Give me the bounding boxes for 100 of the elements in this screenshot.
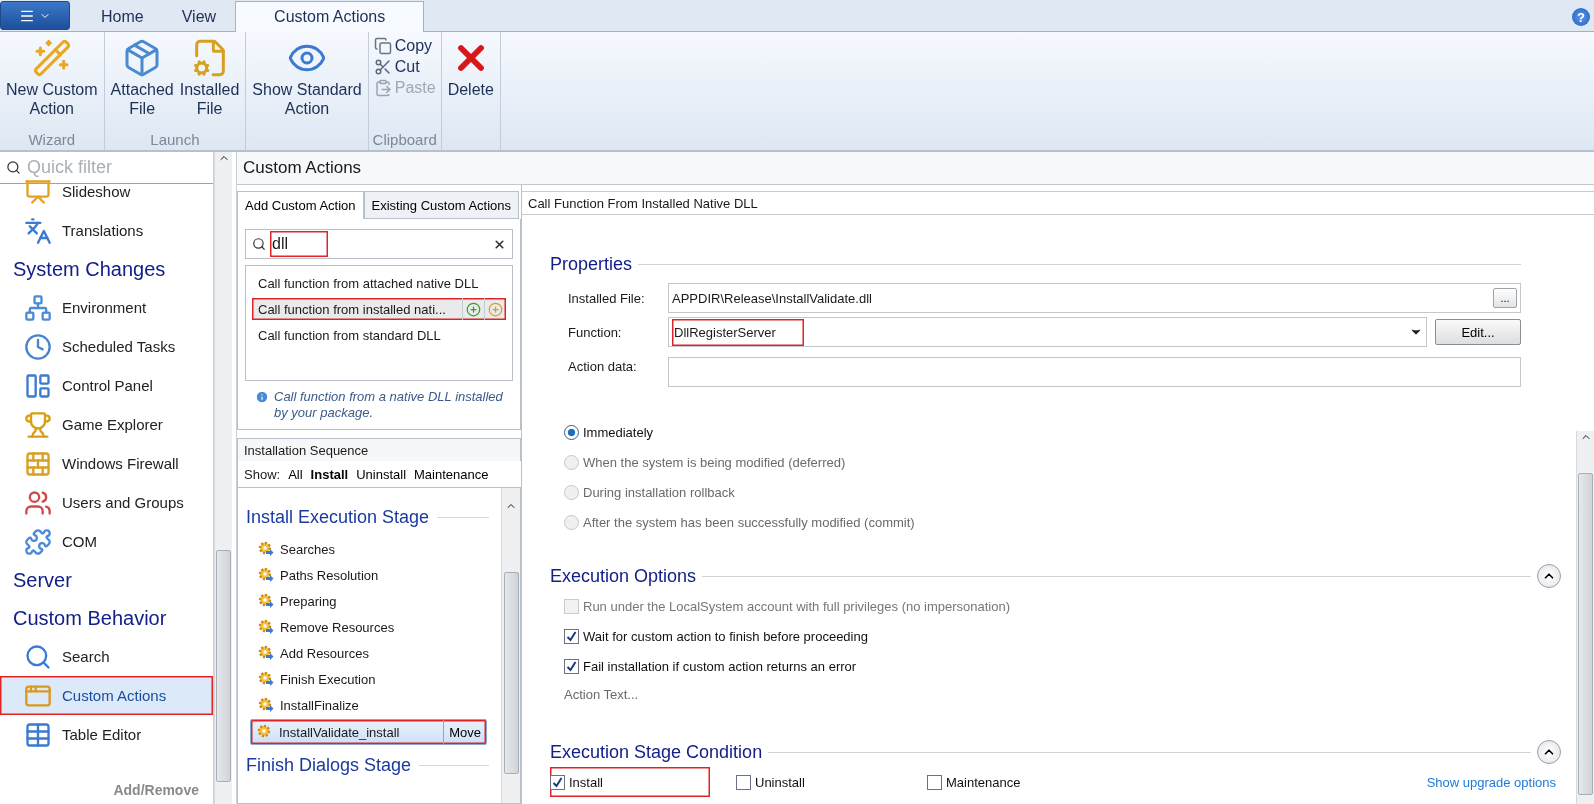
sidebar-item[interactable]: Game Explorer — [0, 405, 213, 444]
description-text: Call function from a native DLL installed by your package. — [274, 389, 503, 421]
edit-button[interactable]: Edit... — [1435, 319, 1521, 345]
gear-icon — [257, 724, 273, 740]
checkbox[interactable] — [550, 774, 565, 790]
section-title: Execution Options — [550, 565, 697, 587]
sidebar-item[interactable]: Custom Actions — [0, 676, 213, 715]
checkbox-option[interactable]: Fail installation if custom action returns an error — [564, 651, 1521, 681]
group-label: Clipboard — [371, 131, 438, 148]
sequence-step[interactable]: InstallFinalize — [254, 693, 487, 717]
table-icon — [24, 720, 52, 749]
checkbox-option[interactable]: Install — [550, 767, 710, 797]
sidebar-item[interactable]: Users and Groups — [0, 483, 213, 522]
clock-icon — [24, 332, 52, 361]
sidebar-item[interactable]: Table Editor — [0, 715, 213, 754]
checkbox[interactable] — [564, 628, 579, 644]
section-heading: System Changes — [12, 256, 167, 282]
panel-tab[interactable]: Existing Custom Actions — [363, 191, 519, 219]
section-title: Execution Stage Condition — [550, 741, 763, 763]
sidebar-item[interactable]: COM — [0, 522, 213, 561]
action-list-item[interactable]: Call function from installed nati... — [252, 298, 506, 320]
application-menu-button[interactable] — [0, 1, 70, 30]
section-heading: Server — [12, 567, 73, 593]
action-list-item[interactable]: Call function from standard DLL — [252, 324, 506, 346]
sequence-step[interactable]: Add Resources — [254, 641, 487, 665]
brick-wall-icon — [24, 449, 52, 478]
ribbon-tab[interactable]: Custom Actions — [235, 1, 425, 32]
action-list-item[interactable]: Call function from attached native DLL — [252, 272, 506, 294]
sequence-step[interactable]: Preparing — [254, 589, 487, 613]
puzzle-icon — [24, 527, 52, 556]
checkbox[interactable] — [736, 774, 751, 790]
sidebar-item[interactable]: Control Panel — [0, 366, 213, 405]
scrollbar[interactable] — [501, 488, 520, 803]
file-path-field[interactable]: APPDIR\Release\InstallValidate.dll ... — [668, 283, 1521, 313]
plus-icon — [466, 301, 481, 317]
search-icon — [6, 160, 21, 175]
sidebar-item[interactable]: Windows Firewall — [0, 444, 213, 483]
radio-option[interactable]: Immediately — [564, 417, 1521, 447]
ribbon-button[interactable]: Copy — [371, 36, 438, 56]
panel-tab[interactable]: Add Custom Action — [237, 191, 364, 219]
scrollbar[interactable] — [1576, 431, 1594, 804]
sequence-step[interactable]: Finish Execution — [254, 667, 487, 691]
sidebar-item[interactable]: Scheduled Tasks — [0, 327, 213, 366]
translation-icon — [24, 216, 52, 245]
sidebar-item[interactable]: Search — [0, 637, 213, 676]
ribbon-button[interactable]: Show Standard Action — [249, 36, 365, 120]
radio-button[interactable] — [564, 424, 579, 440]
panel-icon — [24, 371, 52, 400]
ribbon-button[interactable]: New Custom Action — [3, 36, 101, 120]
ribbon-button[interactable]: Delete — [444, 36, 497, 101]
sequence-step[interactable]: Paths Resolution — [254, 563, 487, 587]
collapse-button[interactable] — [1537, 740, 1561, 764]
clear-icon[interactable] — [493, 237, 506, 251]
checkbox-option[interactable]: Uninstall — [736, 767, 901, 797]
filter-link[interactable]: Install — [310, 466, 349, 482]
stage-heading: Finish Dialogs Stage — [246, 754, 412, 776]
checkbox-option[interactable]: Maintenance — [927, 767, 1092, 797]
plus-icon — [488, 301, 503, 317]
search-icon — [252, 237, 266, 251]
quick-filter-field[interactable]: Quick filter — [25, 156, 199, 179]
users-icon — [24, 488, 52, 517]
search-field[interactable]: dll — [245, 229, 513, 259]
function-dropdown[interactable]: DllRegisterServer — [668, 317, 1427, 347]
section-header: Installation Sequence — [237, 438, 521, 461]
sequence-step[interactable]: Searches — [254, 537, 487, 561]
checkbox[interactable] — [564, 658, 579, 674]
filter-link[interactable]: Maintenance — [414, 466, 489, 482]
browse-button[interactable]: ... — [1493, 288, 1517, 308]
sidebar-item[interactable]: Environment — [0, 288, 213, 327]
field-label: Installed File: — [568, 290, 646, 306]
ribbon-button[interactable]: Attached File — [107, 36, 177, 120]
ribbon-button[interactable]: Cut — [371, 57, 438, 77]
stage-heading: Install Execution Stage — [246, 506, 430, 528]
collapse-button[interactable] — [1537, 564, 1561, 588]
action-data-field[interactable] — [668, 357, 1521, 387]
group-label: Wizard — [27, 131, 77, 148]
field-label: Action data: — [568, 358, 638, 374]
checkbox-option[interactable]: Wait for custom action to finish before proceeding — [564, 621, 1521, 651]
action-text-link[interactable]: Action Text... — [564, 686, 639, 702]
scrollbar[interactable] — [214, 152, 232, 804]
scissors-icon — [373, 58, 392, 76]
ribbon-tab[interactable]: View — [162, 1, 236, 31]
sequence-step[interactable]: InstallValidate_install Move — [250, 719, 487, 745]
show-label: Show: — [244, 466, 281, 482]
checkbox[interactable] — [927, 774, 942, 790]
move-button[interactable]: Move — [443, 720, 486, 744]
search-icon — [24, 642, 52, 671]
sequence-step[interactable]: Remove Resources — [254, 615, 487, 639]
sidebar-item[interactable]: Translations — [0, 211, 213, 250]
info-icon — [255, 390, 269, 404]
trophy-icon — [24, 410, 52, 439]
filter-link[interactable]: Uninstall — [356, 466, 407, 482]
paste-icon — [373, 79, 392, 97]
ribbon-button[interactable]: Installed File — [176, 36, 243, 120]
ribbon-tab[interactable]: Home — [82, 1, 163, 31]
filter-link[interactable]: All — [288, 466, 303, 482]
panel-header: Call Function From Installed Native DLL — [522, 191, 1594, 215]
diagram-icon — [24, 293, 52, 322]
upgrade-options-link[interactable]: Show upgrade options — [1426, 774, 1556, 790]
group-label: Launch — [149, 131, 201, 148]
